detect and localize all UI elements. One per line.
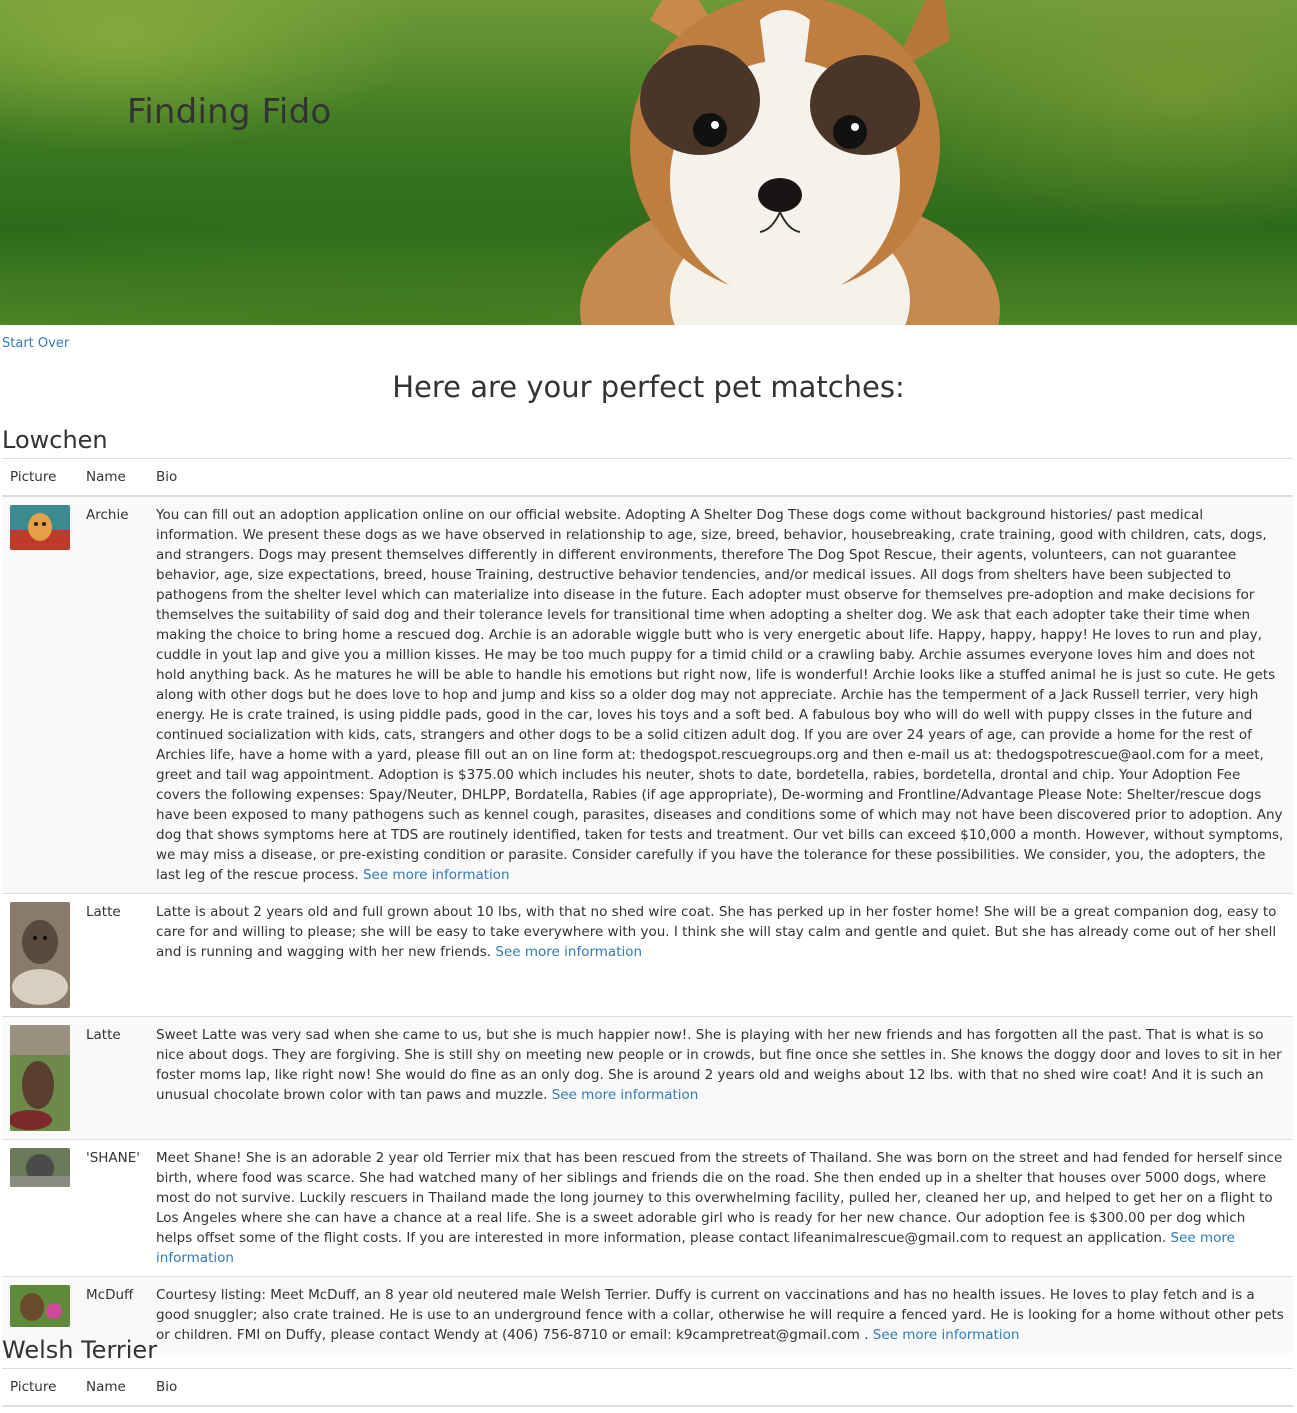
pet-thumbnail[interactable] bbox=[10, 1025, 70, 1131]
table-row: Latte Sweet Latte was very sad when she … bbox=[2, 1016, 1293, 1140]
pet-picture-cell bbox=[2, 1139, 78, 1277]
pet-thumbnail[interactable] bbox=[10, 902, 70, 1008]
see-more-link[interactable]: See more information bbox=[363, 867, 510, 883]
site-title: Finding Fido bbox=[127, 92, 332, 132]
table-row: 'SHANE' Meet Shane! She is an adorable 2… bbox=[2, 1139, 1293, 1277]
pet-picture-cell bbox=[2, 1016, 78, 1140]
pet-name: 'SHANE' bbox=[78, 1139, 149, 1277]
pet-bio: Meet Shane! She is an adorable 2 year ol… bbox=[156, 1150, 1283, 1246]
header-picture: Picture bbox=[2, 458, 78, 497]
see-more-link[interactable]: See more information bbox=[552, 1087, 699, 1103]
header-name: Name bbox=[78, 1368, 148, 1407]
breed-section-welsh-terrier: Welsh Terrier Picture Name Bio bbox=[2, 1332, 1293, 1407]
pets-table: Picture Name Bio Archie You can fill out bbox=[2, 458, 1293, 1353]
breed-title: Welsh Terrier bbox=[2, 1336, 158, 1364]
pet-thumbnail[interactable] bbox=[10, 1148, 70, 1187]
hero-banner: Finding Fido bbox=[0, 0, 1297, 325]
header-bio: Bio bbox=[148, 458, 1293, 497]
pet-thumbnail[interactable] bbox=[10, 1285, 70, 1327]
breed-title: Lowchen bbox=[2, 426, 108, 454]
pet-bio: Latte is about 2 years old and full grow… bbox=[156, 904, 1277, 960]
table-row: Latte Latte is about 2 years old and ful… bbox=[2, 893, 1293, 1017]
pet-name: Archie bbox=[78, 495, 149, 894]
puppy-image bbox=[580, 0, 1000, 325]
pet-bio-cell: Meet Shane! She is an adorable 2 year ol… bbox=[148, 1139, 1293, 1277]
pet-bio-cell: You can fill out an adoption application… bbox=[148, 495, 1293, 894]
header-bio: Bio bbox=[148, 1368, 1293, 1407]
pet-bio-cell: Sweet Latte was very sad when she came t… bbox=[148, 1016, 1293, 1140]
table-header-row: Picture Name Bio bbox=[2, 1368, 1293, 1407]
see-more-link[interactable]: See more information bbox=[495, 944, 642, 960]
table-header-row: Picture Name Bio bbox=[2, 458, 1293, 497]
pet-bio-cell: Latte is about 2 years old and full grow… bbox=[148, 893, 1293, 1017]
pet-thumbnail[interactable] bbox=[10, 505, 70, 550]
breed-section-lowchen: Lowchen Picture Name Bio Archie You can … bbox=[2, 422, 1293, 1353]
pets-table: Picture Name Bio bbox=[2, 1368, 1293, 1407]
pet-picture-cell bbox=[2, 893, 78, 1017]
pet-bio: Sweet Latte was very sad when she came t… bbox=[156, 1027, 1282, 1103]
header-name: Name bbox=[78, 458, 149, 497]
pet-name: Latte bbox=[78, 1016, 149, 1140]
pet-picture-cell bbox=[2, 495, 78, 894]
header-picture: Picture bbox=[2, 1368, 78, 1407]
results-heading: Here are your perfect pet matches: bbox=[392, 370, 905, 404]
table-row: Archie You can fill out an adoption appl… bbox=[2, 495, 1293, 894]
pet-bio: You can fill out an adoption application… bbox=[156, 507, 1284, 883]
pet-name: Latte bbox=[78, 893, 149, 1017]
start-over-link[interactable]: Start Over bbox=[2, 336, 69, 351]
